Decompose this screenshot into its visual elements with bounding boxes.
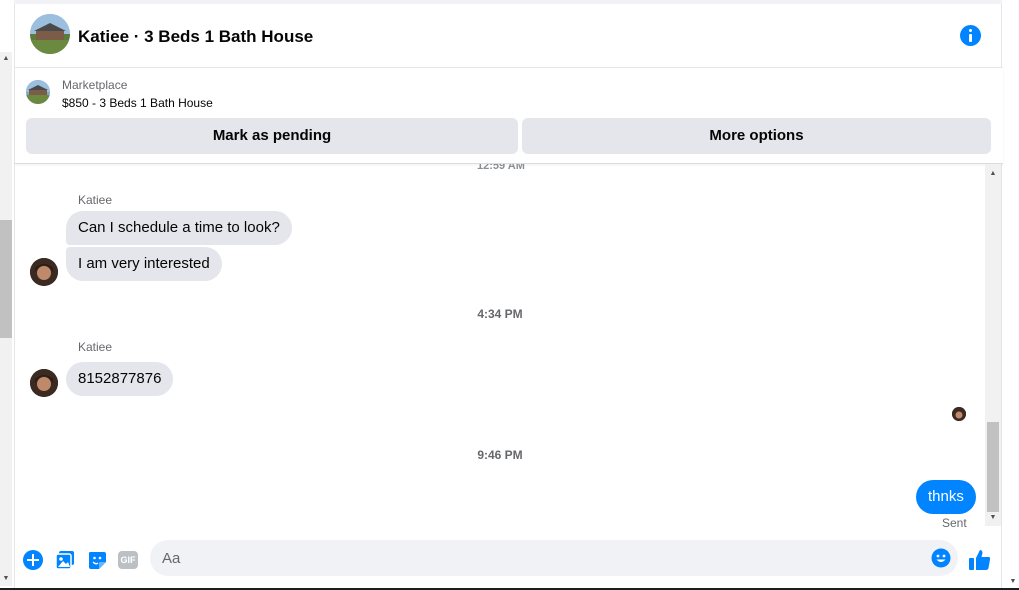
like-icon[interactable] [968,548,992,572]
page-scroll-up-icon[interactable]: ▲ [1,54,11,64]
message-bubble[interactable]: Can I schedule a time to look? [66,211,292,245]
message-bubble[interactable]: 8152877876 [66,362,174,396]
sender-avatar[interactable] [30,258,58,286]
right-scroll-down-icon[interactable]: ▼ [1008,578,1018,588]
messages-scrollbar-thumb[interactable] [987,422,999,512]
page-scroll-down-icon[interactable]: ▼ [1,574,11,584]
message-input[interactable] [162,540,922,576]
timestamp: 4:34 PM [477,307,523,321]
message-list: 12:59 AM Katiee Can I schedule a time to… [15,164,985,536]
emoji-icon[interactable] [931,548,951,568]
marketplace-listing: Marketplace $850 - 3 Beds 1 Bath House M… [15,68,1003,164]
sender-name: Katiee [78,340,113,354]
sender-avatar[interactable] [30,369,58,397]
message-input-box[interactable] [150,540,958,576]
more-options-button[interactable]: More options [522,118,991,154]
listing-thumbnail[interactable] [26,80,50,104]
my-message-bubble[interactable]: thnks [916,480,976,514]
composer: GIF [15,536,1003,588]
listing-price-title[interactable]: $850 - 3 Beds 1 Bath House [62,96,213,110]
message-bubble[interactable]: I am very interested [66,247,222,281]
read-receipt-avatar [952,407,966,421]
mark-as-pending-button[interactable]: Mark as pending [26,118,518,154]
listing-avatar[interactable] [30,14,70,54]
chat-header: Katiee · 3 Beds 1 Bath House [15,4,1003,68]
sent-status: Sent [942,516,967,530]
timestamp-cut: 12:59 AM [477,164,525,172]
plus-icon[interactable] [23,550,43,570]
sticker-icon[interactable] [87,550,107,570]
info-icon[interactable] [960,25,981,46]
marketplace-label: Marketplace [62,78,128,92]
chat-title[interactable]: Katiee · 3 Beds 1 Bath House [78,27,313,47]
photo-icon[interactable] [55,550,75,570]
messenger-window: ▲ ▼ ▼ Katiee · 3 Beds 1 Bath House Marke… [0,0,1019,590]
sender-name: Katiee [78,193,113,207]
chat-panel: Katiee · 3 Beds 1 Bath House Marketplace… [14,4,1003,588]
page-scrollbar-thumb[interactable] [0,220,12,338]
gif-icon[interactable]: GIF [118,551,138,569]
timestamp: 9:46 PM [477,448,523,462]
messages-scroll-down-icon[interactable]: ▼ [987,514,999,521]
right-margin [1003,0,1019,590]
messages-scroll-up-icon[interactable]: ▲ [987,170,999,177]
